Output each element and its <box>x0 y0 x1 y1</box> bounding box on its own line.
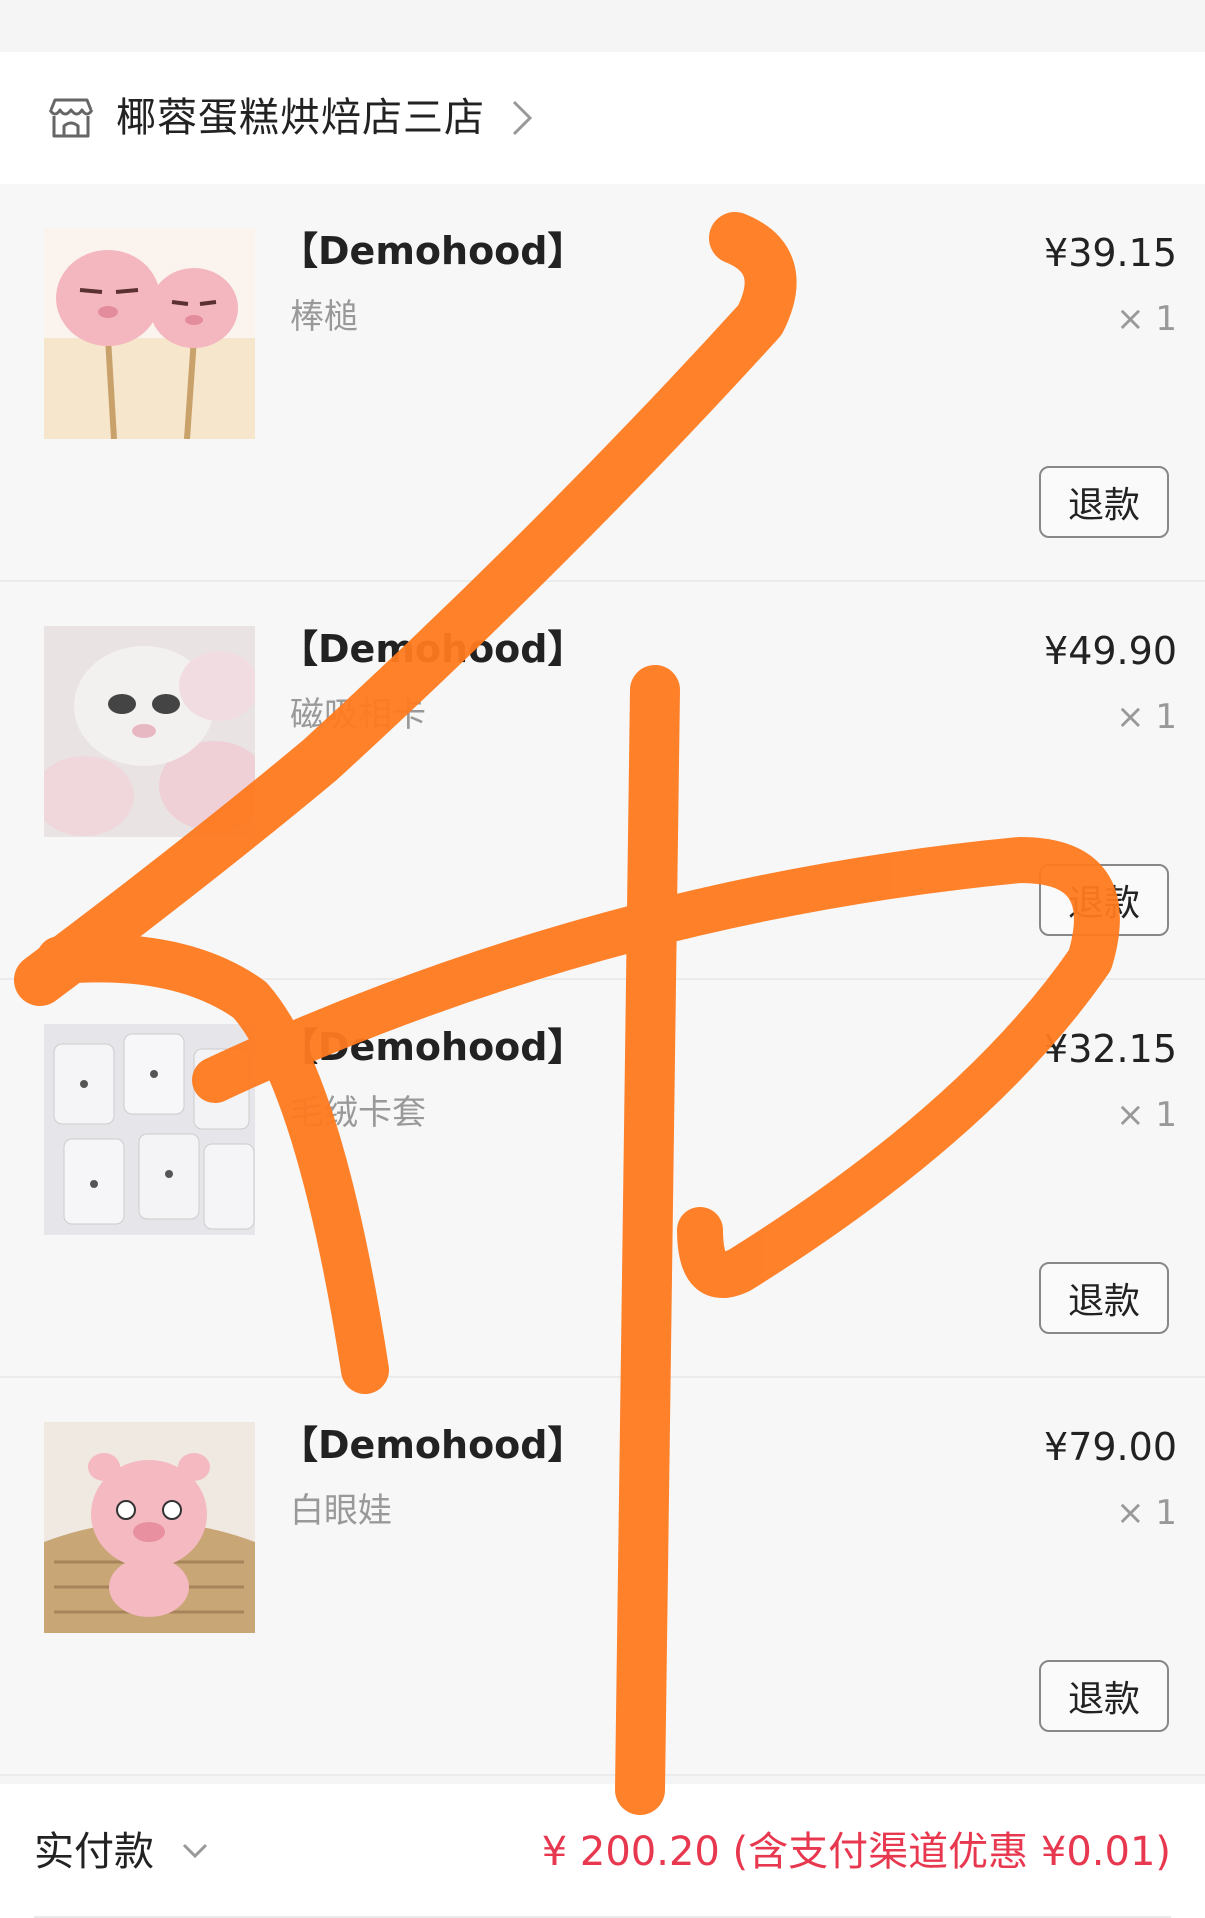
product-price: ¥39.15 <box>1044 231 1177 275</box>
product-price: ¥49.90 <box>1044 629 1177 673</box>
top-strip <box>0 0 1205 30</box>
product-quantity: × 1 <box>1116 1493 1177 1533</box>
store-icon <box>46 96 96 140</box>
order-item[interactable]: 【Demohood】 毛绒卡套 ¥32.15 × 1 退款 <box>0 980 1205 1378</box>
order-item[interactable]: 【Demohood】 棒槌 ¥39.15 × 1 退款 <box>0 184 1205 582</box>
refund-button[interactable]: 退款 <box>1039 1262 1169 1334</box>
payment-summary: 实付款 ¥ 200.20 (含支付渠道优惠 ¥0.01) <box>0 1784 1205 1918</box>
product-quantity: × 1 <box>1116 1095 1177 1135</box>
product-thumbnail[interactable] <box>44 1422 255 1633</box>
paid-amount-value: ¥ 200.20 (含支付渠道优惠 ¥0.01) <box>541 1829 1171 1875</box>
paid-amount-label[interactable]: 实付款 <box>34 1824 154 1880</box>
refund-button[interactable]: 退款 <box>1039 1660 1169 1732</box>
store-name[interactable]: 椰蓉蛋糕烘焙店三店 <box>116 90 485 146</box>
product-price: ¥79.00 <box>1044 1425 1177 1469</box>
product-thumbnail[interactable] <box>44 1024 255 1235</box>
product-thumbnail[interactable] <box>44 228 255 439</box>
refund-button[interactable]: 退款 <box>1039 466 1169 538</box>
product-quantity: × 1 <box>1116 299 1177 339</box>
product-quantity: × 1 <box>1116 697 1177 737</box>
product-title[interactable]: 【Demohood】 <box>280 622 586 676</box>
product-variant: 白眼娃 <box>290 1491 392 1531</box>
product-variant: 毛绒卡套 <box>290 1093 426 1133</box>
order-item[interactable]: 【Demohood】 白眼娃 ¥79.00 × 1 退款 <box>0 1378 1205 1776</box>
refund-button[interactable]: 退款 <box>1039 864 1169 936</box>
product-title[interactable]: 【Demohood】 <box>280 224 586 278</box>
store-header[interactable]: 椰蓉蛋糕烘焙店三店 <box>0 52 1205 184</box>
chevron-down-icon[interactable] <box>180 1836 210 1866</box>
product-variant: 磁吸相卡 <box>290 695 426 735</box>
product-title[interactable]: 【Demohood】 <box>280 1418 586 1472</box>
product-price: ¥32.15 <box>1044 1027 1177 1071</box>
chevron-right-icon[interactable] <box>508 98 536 138</box>
order-item-list: 【Demohood】 棒槌 ¥39.15 × 1 退款 【Demohood】 磁… <box>0 184 1205 1776</box>
product-thumbnail[interactable] <box>44 626 255 837</box>
product-title[interactable]: 【Demohood】 <box>280 1020 586 1074</box>
product-variant: 棒槌 <box>290 297 358 337</box>
order-item[interactable]: 【Demohood】 磁吸相卡 ¥49.90 × 1 退款 <box>0 582 1205 980</box>
